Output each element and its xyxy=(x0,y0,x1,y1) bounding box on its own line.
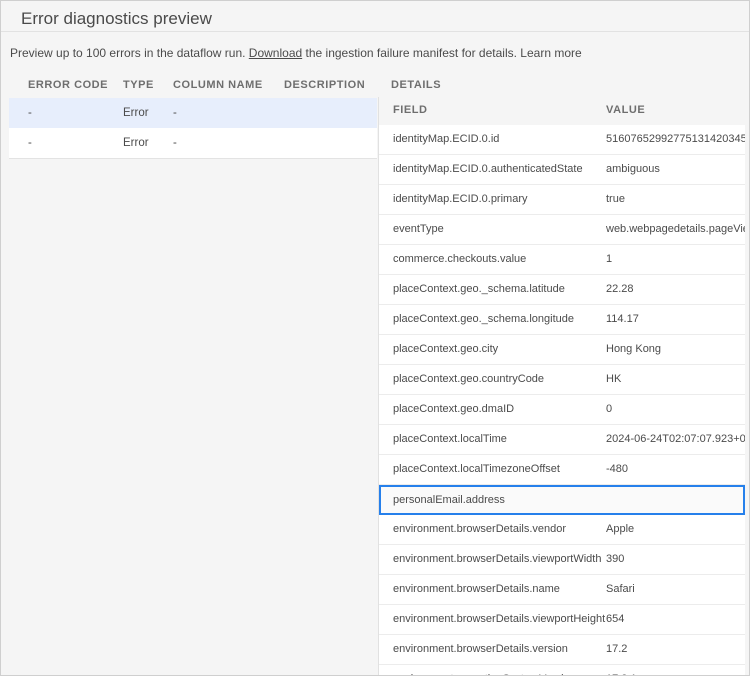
table-row: placeContext.geo.countryCode HK xyxy=(379,365,745,395)
field-cell: placeContext.geo.countryCode xyxy=(393,365,544,394)
error-code-cell: - xyxy=(28,98,32,128)
field-cell: identityMap.ECID.0.authenticatedState xyxy=(393,155,583,184)
table-row: environment.operatingSystemVersion 17.2.… xyxy=(379,665,745,676)
field-cell: environment.browserDetails.vendor xyxy=(393,515,566,544)
column-name-cell: - xyxy=(173,98,177,128)
table-row: placeContext.geo.city Hong Kong xyxy=(379,335,745,365)
table-row: identityMap.ECID.0.authenticatedState am… xyxy=(379,155,745,185)
field-cell: environment.browserDetails.viewportWidth xyxy=(393,545,601,574)
title-divider xyxy=(1,31,749,32)
error-table-rows: - Error - - Error - xyxy=(9,98,377,159)
value-cell: 1 xyxy=(606,245,612,274)
field-cell: placeContext.geo._schema.longitude xyxy=(393,305,574,334)
page-title: Error diagnostics preview xyxy=(21,9,212,29)
field-cell: identityMap.ECID.0.primary xyxy=(393,185,528,214)
value-cell: true xyxy=(606,185,625,214)
field-cell: environment.browserDetails.version xyxy=(393,635,568,664)
field-cell: identityMap.ECID.0.id xyxy=(393,125,499,154)
value-cell: 17.2.1 xyxy=(606,665,637,676)
table-row: identityMap.ECID.0.primary true xyxy=(379,185,745,215)
table-row: environment.browserDetails.viewportHeigh… xyxy=(379,605,745,635)
table-row: identityMap.ECID.0.id 516076529927751314… xyxy=(379,125,745,155)
value-cell: 22.28 xyxy=(606,275,634,304)
subtitle-text-mid: the ingestion failure manifest for detai… xyxy=(302,46,520,60)
column-name-cell: - xyxy=(173,128,177,158)
table-row: commerce.checkouts.value 1 xyxy=(379,245,745,275)
field-cell: placeContext.geo._schema.latitude xyxy=(393,275,565,304)
details-panel-header: FIELD VALUE xyxy=(379,97,745,125)
value-cell: Apple xyxy=(606,515,634,544)
error-code-cell: - xyxy=(28,128,32,158)
table-row: placeContext.geo.dmaID 0 xyxy=(379,395,745,425)
value-cell: web.webpagedetails.pageViews xyxy=(606,215,745,244)
value-cell: 51607652992775131420345810772805199 xyxy=(606,125,745,154)
table-row[interactable]: - Error - xyxy=(9,98,377,128)
value-cell: Safari xyxy=(606,575,635,604)
column-header-type: TYPE xyxy=(123,79,154,91)
field-cell: placeContext.geo.city xyxy=(393,335,498,364)
field-cell: environment.operatingSystemVersion xyxy=(393,665,576,676)
table-row: environment.browserDetails.vendor Apple xyxy=(379,515,745,545)
details-panel-rows: identityMap.ECID.0.id 516076529927751314… xyxy=(379,125,745,676)
value-cell: ambiguous xyxy=(606,155,660,184)
value-cell: 390 xyxy=(606,545,624,574)
field-cell: placeContext.localTime xyxy=(393,425,507,454)
table-row: placeContext.localTimezoneOffset -480 xyxy=(379,455,745,485)
column-header-error-code: ERROR CODE xyxy=(28,79,108,91)
column-header-field: FIELD xyxy=(393,104,428,116)
field-cell: placeContext.geo.dmaID xyxy=(393,395,514,424)
type-cell: Error xyxy=(123,98,149,128)
field-cell: placeContext.localTimezoneOffset xyxy=(393,455,560,484)
field-cell: personalEmail.address xyxy=(393,487,505,513)
table-row: placeContext.geo._schema.longitude 114.1… xyxy=(379,305,745,335)
error-table-header: ERROR CODE TYPE COLUMN NAME DESCRIPTION … xyxy=(1,79,749,97)
field-cell: commerce.checkouts.value xyxy=(393,245,526,274)
table-row: environment.browserDetails.version 17.2 xyxy=(379,635,745,665)
value-cell: 114.17 xyxy=(606,305,639,334)
subtitle-text-pre: Preview up to 100 errors in the dataflow… xyxy=(10,46,249,60)
field-cell: environment.browserDetails.viewportHeigh… xyxy=(393,605,605,634)
table-row: placeContext.localTime 2024-06-24T02:07:… xyxy=(379,425,745,455)
learn-more-link[interactable]: Learn more xyxy=(520,46,581,60)
value-cell: 17.2 xyxy=(606,635,627,664)
table-row: placeContext.geo._schema.latitude 22.28 xyxy=(379,275,745,305)
download-link[interactable]: Download xyxy=(249,46,302,60)
field-cell: environment.browserDetails.name xyxy=(393,575,560,604)
table-row: personalEmail.address xyxy=(379,485,745,515)
type-cell: Error xyxy=(123,128,149,158)
details-panel: FIELD VALUE identityMap.ECID.0.id 516076… xyxy=(378,97,745,676)
column-header-value: VALUE xyxy=(606,104,645,116)
table-row[interactable]: - Error - xyxy=(9,128,377,158)
column-header-column-name: COLUMN NAME xyxy=(173,79,263,91)
table-row: environment.browserDetails.name Safari xyxy=(379,575,745,605)
field-cell: eventType xyxy=(393,215,444,244)
error-diagnostics-preview-panel: Error diagnostics preview Preview up to … xyxy=(0,0,750,676)
value-cell: -480 xyxy=(606,455,628,484)
column-header-details: DETAILS xyxy=(391,79,441,91)
value-cell: HK xyxy=(606,365,621,394)
column-header-description: DESCRIPTION xyxy=(284,79,365,91)
value-cell: 0 xyxy=(606,395,612,424)
value-cell: 654 xyxy=(606,605,624,634)
subtitle: Preview up to 100 errors in the dataflow… xyxy=(10,46,582,60)
value-cell: Hong Kong xyxy=(606,335,661,364)
value-cell: 2024-06-24T02:07:07.923+08:00 xyxy=(606,425,745,454)
table-row: environment.browserDetails.viewportWidth… xyxy=(379,545,745,575)
table-row: eventType web.webpagedetails.pageViews xyxy=(379,215,745,245)
